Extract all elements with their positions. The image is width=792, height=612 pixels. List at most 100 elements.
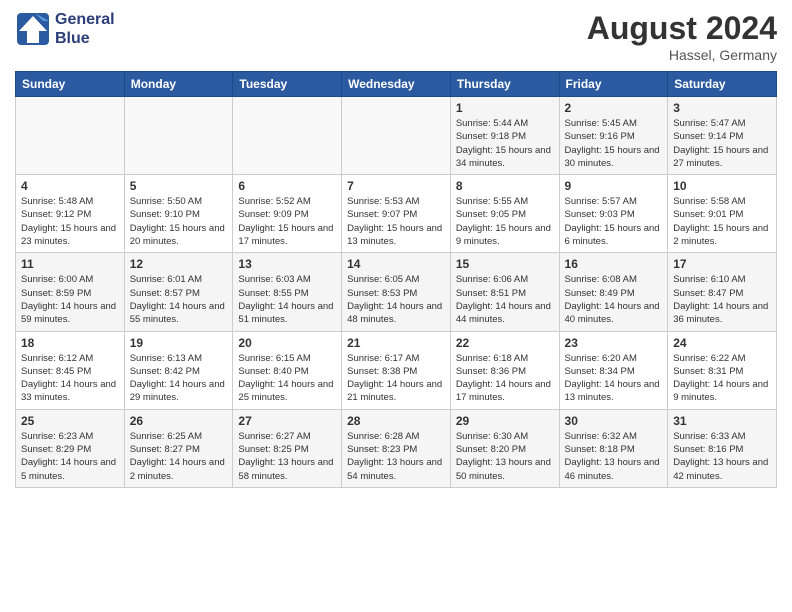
calendar-cell: 26 Sunrise: 6:25 AMSunset: 8:27 PMDayligh… [124,409,233,487]
calendar-cell: 27 Sunrise: 6:27 AMSunset: 8:25 PMDayligh… [233,409,342,487]
calendar-cell: 3 Sunrise: 5:47 AMSunset: 9:14 PMDaylight… [668,97,777,175]
day-number: 7 [347,179,445,193]
month-year: August 2024 [587,10,777,47]
day-number: 26 [130,414,228,428]
day-number: 29 [456,414,554,428]
day-number: 27 [238,414,336,428]
calendar-cell: 11Sunrise: 6:00 AMSunset: 8:59 PMDayligh… [16,253,125,331]
header: General Blue August 2024 Hassel, Germany [15,10,777,63]
day-info: Sunrise: 6:20 AMSunset: 8:34 PMDaylight:… [565,352,663,405]
calendar-cell: 20 Sunrise: 6:15 AMSunset: 8:40 PMDayligh… [233,331,342,409]
calendar-cell: 12 Sunrise: 6:01 AMSunset: 8:57 PMDayligh… [124,253,233,331]
day-info: Sunrise: 6:15 AMSunset: 8:40 PMDaylight:… [238,352,336,405]
day-number: 30 [565,414,663,428]
day-number: 2 [565,101,663,115]
day-number: 8 [456,179,554,193]
calendar-table: SundayMondayTuesdayWednesdayThursdayFrid… [15,71,777,488]
day-number: 4 [21,179,119,193]
calendar-cell: 13 Sunrise: 6:03 AMSunset: 8:55 PMDayligh… [233,253,342,331]
location: Hassel, Germany [587,47,777,63]
day-number: 20 [238,336,336,350]
calendar-cell: 21Sunrise: 6:17 AMSunset: 8:38 PMDayligh… [342,331,451,409]
day-info: Sunrise: 6:23 AMSunset: 8:29 PMDaylight:… [21,430,119,483]
calendar-cell: 23 Sunrise: 6:20 AMSunset: 8:34 PMDayligh… [559,331,668,409]
day-info: Sunrise: 6:01 AMSunset: 8:57 PMDaylight:… [130,273,228,326]
day-info: Sunrise: 6:32 AMSunset: 8:18 PMDaylight:… [565,430,663,483]
calendar-cell: 17 Sunrise: 6:10 AMSunset: 8:47 PMDayligh… [668,253,777,331]
day-number: 17 [673,257,771,271]
week-row-3: 11Sunrise: 6:00 AMSunset: 8:59 PMDayligh… [16,253,777,331]
calendar-cell: 28Sunrise: 6:28 AMSunset: 8:23 PMDayligh… [342,409,451,487]
calendar-cell: 5 Sunrise: 5:50 AMSunset: 9:10 PMDaylight… [124,175,233,253]
day-number: 6 [238,179,336,193]
day-number: 9 [565,179,663,193]
calendar-cell: 25 Sunrise: 6:23 AMSunset: 8:29 PMDayligh… [16,409,125,487]
logo-text: General Blue [55,10,115,48]
day-info: Sunrise: 6:27 AMSunset: 8:25 PMDaylight:… [238,430,336,483]
day-number: 16 [565,257,663,271]
col-header-sunday: Sunday [16,72,125,97]
day-number: 31 [673,414,771,428]
calendar-cell: 7 Sunrise: 5:53 AMSunset: 9:07 PMDaylight… [342,175,451,253]
day-number: 25 [21,414,119,428]
day-info: Sunrise: 6:08 AMSunset: 8:49 PMDaylight:… [565,273,663,326]
day-number: 18 [21,336,119,350]
calendar-cell: 4 Sunrise: 5:48 AMSunset: 9:12 PMDaylight… [16,175,125,253]
calendar-cell: 10Sunrise: 5:58 AMSunset: 9:01 PMDayligh… [668,175,777,253]
day-info: Sunrise: 6:22 AMSunset: 8:31 PMDaylight:… [673,352,771,405]
day-info: Sunrise: 6:17 AMSunset: 8:38 PMDaylight:… [347,352,445,405]
day-number: 22 [456,336,554,350]
day-number: 5 [130,179,228,193]
calendar-cell: 9 Sunrise: 5:57 AMSunset: 9:03 PMDaylight… [559,175,668,253]
calendar-cell: 15Sunrise: 6:06 AMSunset: 8:51 PMDayligh… [450,253,559,331]
day-info: Sunrise: 5:53 AMSunset: 9:07 PMDaylight:… [347,195,445,248]
week-row-5: 25 Sunrise: 6:23 AMSunset: 8:29 PMDayligh… [16,409,777,487]
col-header-friday: Friday [559,72,668,97]
day-info: Sunrise: 5:44 AMSunset: 9:18 PMDaylight:… [456,117,554,170]
day-info: Sunrise: 5:52 AMSunset: 9:09 PMDaylight:… [238,195,336,248]
day-info: Sunrise: 6:12 AMSunset: 8:45 PMDaylight:… [21,352,119,405]
day-number: 12 [130,257,228,271]
col-header-tuesday: Tuesday [233,72,342,97]
day-info: Sunrise: 6:03 AMSunset: 8:55 PMDaylight:… [238,273,336,326]
day-info: Sunrise: 6:10 AMSunset: 8:47 PMDaylight:… [673,273,771,326]
col-header-monday: Monday [124,72,233,97]
day-number: 3 [673,101,771,115]
col-header-thursday: Thursday [450,72,559,97]
title-section: August 2024 Hassel, Germany [587,10,777,63]
week-row-4: 18 Sunrise: 6:12 AMSunset: 8:45 PMDayligh… [16,331,777,409]
day-info: Sunrise: 6:18 AMSunset: 8:36 PMDaylight:… [456,352,554,405]
day-info: Sunrise: 5:47 AMSunset: 9:14 PMDaylight:… [673,117,771,170]
calendar-cell: 29 Sunrise: 6:30 AMSunset: 8:20 PMDayligh… [450,409,559,487]
day-info: Sunrise: 6:30 AMSunset: 8:20 PMDaylight:… [456,430,554,483]
week-row-1: 1 Sunrise: 5:44 AMSunset: 9:18 PMDaylight… [16,97,777,175]
day-number: 23 [565,336,663,350]
calendar-header-row: SundayMondayTuesdayWednesdayThursdayFrid… [16,72,777,97]
calendar-cell: 16 Sunrise: 6:08 AMSunset: 8:49 PMDayligh… [559,253,668,331]
day-info: Sunrise: 5:55 AMSunset: 9:05 PMDaylight:… [456,195,554,248]
calendar-cell [342,97,451,175]
day-info: Sunrise: 5:50 AMSunset: 9:10 PMDaylight:… [130,195,228,248]
logo: General Blue [15,10,115,48]
calendar-cell: 22 Sunrise: 6:18 AMSunset: 8:36 PMDayligh… [450,331,559,409]
day-info: Sunrise: 6:13 AMSunset: 8:42 PMDaylight:… [130,352,228,405]
calendar-cell: 18 Sunrise: 6:12 AMSunset: 8:45 PMDayligh… [16,331,125,409]
day-info: Sunrise: 6:28 AMSunset: 8:23 PMDaylight:… [347,430,445,483]
day-number: 1 [456,101,554,115]
calendar-cell: 24 Sunrise: 6:22 AMSunset: 8:31 PMDayligh… [668,331,777,409]
day-number: 13 [238,257,336,271]
week-row-2: 4 Sunrise: 5:48 AMSunset: 9:12 PMDaylight… [16,175,777,253]
day-info: Sunrise: 5:48 AMSunset: 9:12 PMDaylight:… [21,195,119,248]
col-header-saturday: Saturday [668,72,777,97]
calendar-cell: 8 Sunrise: 5:55 AMSunset: 9:05 PMDaylight… [450,175,559,253]
logo-icon [15,11,51,47]
day-number: 19 [130,336,228,350]
calendar-page: General Blue August 2024 Hassel, Germany… [0,0,792,612]
day-info: Sunrise: 5:57 AMSunset: 9:03 PMDaylight:… [565,195,663,248]
calendar-cell [16,97,125,175]
day-number: 24 [673,336,771,350]
calendar-cell [233,97,342,175]
calendar-cell: 1 Sunrise: 5:44 AMSunset: 9:18 PMDaylight… [450,97,559,175]
calendar-cell: 6 Sunrise: 5:52 AMSunset: 9:09 PMDaylight… [233,175,342,253]
day-info: Sunrise: 6:25 AMSunset: 8:27 PMDaylight:… [130,430,228,483]
